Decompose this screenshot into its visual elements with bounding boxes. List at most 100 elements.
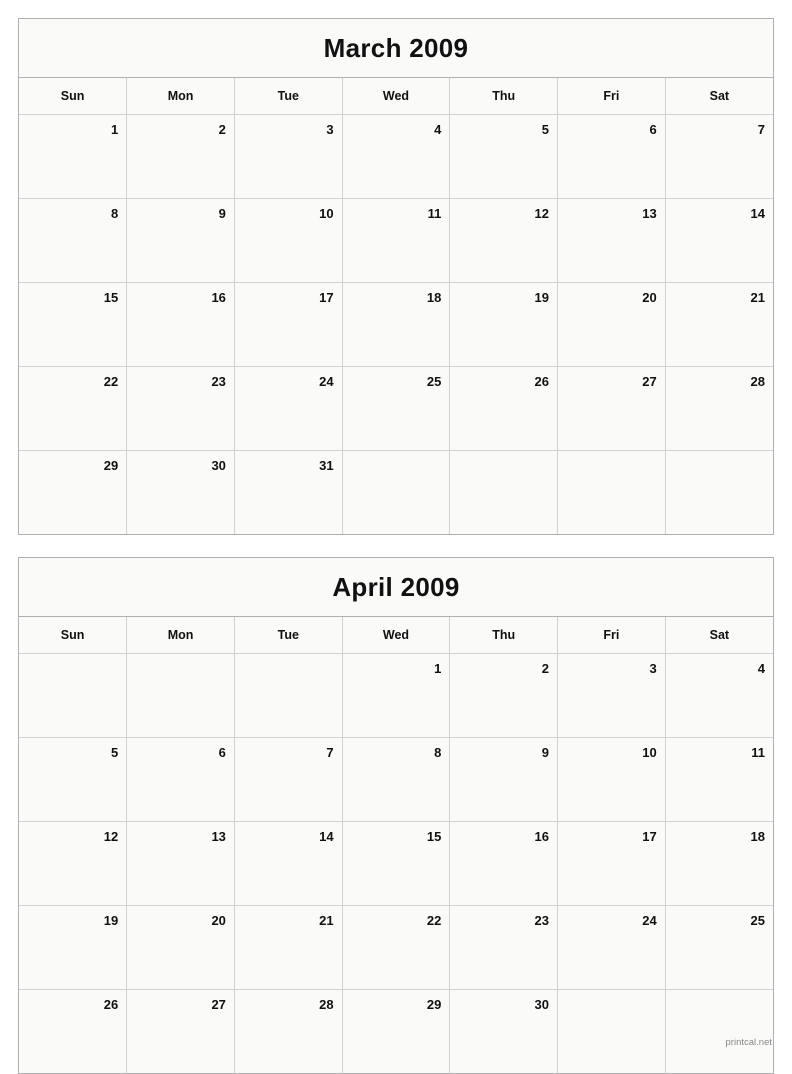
weekday-header-sat: Sat [664, 78, 773, 115]
day-cell: 30 [126, 450, 235, 534]
month-title: March 2009 [19, 19, 773, 78]
day-cell: 25 [664, 905, 773, 990]
day-cell: 10 [557, 737, 666, 822]
day-cell [557, 989, 666, 1073]
day-cell: 24 [557, 905, 666, 990]
day-cell: 10 [233, 198, 343, 283]
day-cell [233, 653, 343, 738]
day-cell [126, 653, 235, 738]
day-cell: 20 [126, 905, 235, 990]
day-cell: 12 [449, 198, 559, 283]
day-cell: 27 [126, 989, 235, 1073]
day-cell: 11 [341, 198, 451, 283]
day-cell: 18 [341, 282, 451, 367]
day-cell: 3 [233, 114, 343, 199]
day-cell: 22 [341, 905, 451, 990]
weekday-header-tue: Tue [233, 617, 343, 654]
day-cell: 7 [664, 114, 773, 199]
weekday-header-wed: Wed [341, 78, 451, 115]
day-cell: 15 [341, 821, 451, 906]
week-row: 22 23 24 25 26 27 28 [19, 366, 773, 451]
day-cell [19, 653, 128, 738]
day-cell: 11 [664, 737, 773, 822]
weekday-header-row: Sun Mon Tue Wed Thu Fri Sat [19, 78, 773, 115]
day-cell: 26 [19, 989, 128, 1073]
day-cell: 20 [557, 282, 666, 367]
day-cell [664, 450, 773, 534]
day-cell: 21 [664, 282, 773, 367]
day-cell: 27 [557, 366, 666, 451]
weekday-header-mon: Mon [126, 617, 235, 654]
weekday-header-sat: Sat [664, 617, 773, 654]
day-cell: 21 [233, 905, 343, 990]
day-cell: 17 [233, 282, 343, 367]
day-cell: 29 [19, 450, 128, 534]
day-cell: 5 [449, 114, 559, 199]
day-cell: 28 [233, 989, 343, 1073]
week-row: 1 2 3 4 5 6 7 [19, 114, 773, 199]
month-title: April 2009 [19, 558, 773, 617]
week-row: 26 27 28 29 30 [19, 989, 773, 1073]
weekday-header-fri: Fri [557, 617, 666, 654]
day-cell: 4 [341, 114, 451, 199]
day-cell: 19 [449, 282, 559, 367]
day-cell: 24 [233, 366, 343, 451]
month-grid-march: Sun Mon Tue Wed Thu Fri Sat 1 2 3 4 5 6 [19, 78, 773, 534]
weekday-header-wed: Wed [341, 617, 451, 654]
day-cell: 14 [233, 821, 343, 906]
weekday-header-fri: Fri [557, 78, 666, 115]
day-cell: 9 [449, 737, 559, 822]
day-cell: 16 [126, 282, 235, 367]
day-cell: 26 [449, 366, 559, 451]
day-cell: 6 [557, 114, 666, 199]
day-cell: 3 [557, 653, 666, 738]
day-cell: 31 [233, 450, 343, 534]
day-cell: 12 [19, 821, 128, 906]
day-cell: 30 [449, 989, 559, 1073]
weekday-header-mon: Mon [126, 78, 235, 115]
day-cell: 4 [664, 653, 773, 738]
day-cell: 17 [557, 821, 666, 906]
day-cell: 5 [19, 737, 128, 822]
week-row: 8 9 10 11 12 13 14 [19, 198, 773, 283]
site-credit: printcal.net [725, 1037, 772, 1048]
day-cell [449, 450, 559, 534]
calendar-month-april: April 2009 Sun Mon Tue Wed Thu Fri Sat 1… [18, 557, 774, 1074]
day-cell: 2 [449, 653, 559, 738]
day-cell: 1 [19, 114, 128, 199]
day-cell: 18 [664, 821, 773, 906]
week-row: 12 13 14 15 16 17 18 [19, 821, 773, 906]
day-cell: 7 [233, 737, 343, 822]
day-cell: 28 [664, 366, 773, 451]
day-cell: 8 [341, 737, 451, 822]
day-cell [341, 450, 451, 534]
weekday-header-tue: Tue [233, 78, 343, 115]
day-cell: 6 [126, 737, 235, 822]
weekday-header-thu: Thu [449, 78, 559, 115]
day-cell: 29 [341, 989, 451, 1073]
day-cell: 15 [19, 282, 128, 367]
weekday-header-row: Sun Mon Tue Wed Thu Fri Sat [19, 617, 773, 654]
week-row: 19 20 21 22 23 24 25 [19, 905, 773, 990]
day-cell: 13 [557, 198, 666, 283]
week-row: 29 30 31 [19, 450, 773, 534]
day-cell: 8 [19, 198, 128, 283]
weekday-header-thu: Thu [449, 617, 559, 654]
calendar-month-march: March 2009 Sun Mon Tue Wed Thu Fri Sat 1… [18, 18, 774, 535]
day-cell: 14 [664, 198, 773, 283]
week-row: 15 16 17 18 19 20 21 [19, 282, 773, 367]
weekday-header-sun: Sun [19, 78, 128, 115]
week-row: 5 6 7 8 9 10 11 [19, 737, 773, 822]
day-cell [664, 989, 773, 1073]
day-cell: 16 [449, 821, 559, 906]
day-cell: 9 [126, 198, 235, 283]
month-grid-april: Sun Mon Tue Wed Thu Fri Sat 1 2 3 4 5 6 … [19, 617, 773, 1073]
day-cell [557, 450, 666, 534]
day-cell: 13 [126, 821, 235, 906]
weekday-header-sun: Sun [19, 617, 128, 654]
day-cell: 19 [19, 905, 128, 990]
day-cell: 2 [126, 114, 235, 199]
day-cell: 23 [449, 905, 559, 990]
day-cell: 1 [341, 653, 451, 738]
day-cell: 25 [341, 366, 451, 451]
